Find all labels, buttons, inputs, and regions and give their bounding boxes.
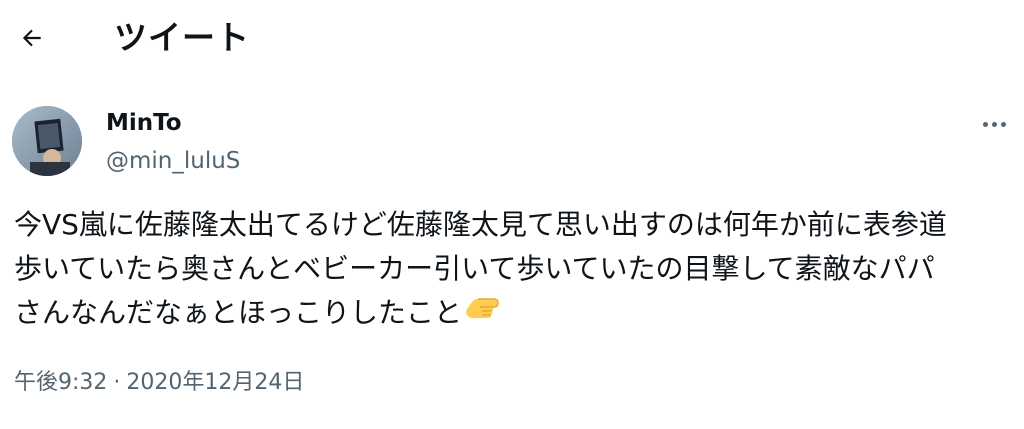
tweet-time[interactable]: 午後9:32: [14, 370, 107, 395]
header-bar: ツイート: [0, 0, 1024, 80]
tweet-date[interactable]: 2020年12月24日: [126, 370, 304, 395]
arrow-left-icon: [22, 29, 41, 47]
tweet-text: 今VS嵐に佐藤隆太出てるけど佐藤隆太見て思い出すのは何年か前に表参道 歩いていた…: [14, 203, 1014, 336]
avatar[interactable]: [12, 106, 82, 176]
author-display-name[interactable]: MinTo: [106, 106, 182, 140]
more-dot: [1000, 121, 1006, 127]
author-handle[interactable]: @min_luluS: [106, 144, 240, 178]
tweet-detail-page: ツイート MinTo @min_luluS 今VS嵐に佐藤隆太出てるけど佐藤隆太…: [0, 0, 1024, 429]
back-button[interactable]: [12, 18, 52, 58]
more-options-button[interactable]: [972, 108, 1016, 140]
tweet-line-1: 今VS嵐に佐藤隆太出てるけど佐藤隆太見て思い出すのは何年か前に表参道: [14, 208, 947, 241]
tweet-line-3: さんなんだなぁとほっこりしたこと: [14, 296, 463, 329]
more-dots-icon: [982, 121, 988, 127]
meta-separator: ·: [113, 370, 121, 395]
more-dot: [991, 121, 997, 127]
backhand-index-pointing-left-emoji: [464, 292, 500, 336]
tweet-timestamp[interactable]: 午後9:32 · 2020年12月24日: [14, 366, 304, 400]
page-title: ツイート: [114, 18, 250, 57]
tweet-line-2: 歩いていたら奥さんとベビーカー引いて歩いていたの目撃して素敵なパパ: [14, 252, 935, 285]
user-avatar-icon: [12, 106, 82, 176]
